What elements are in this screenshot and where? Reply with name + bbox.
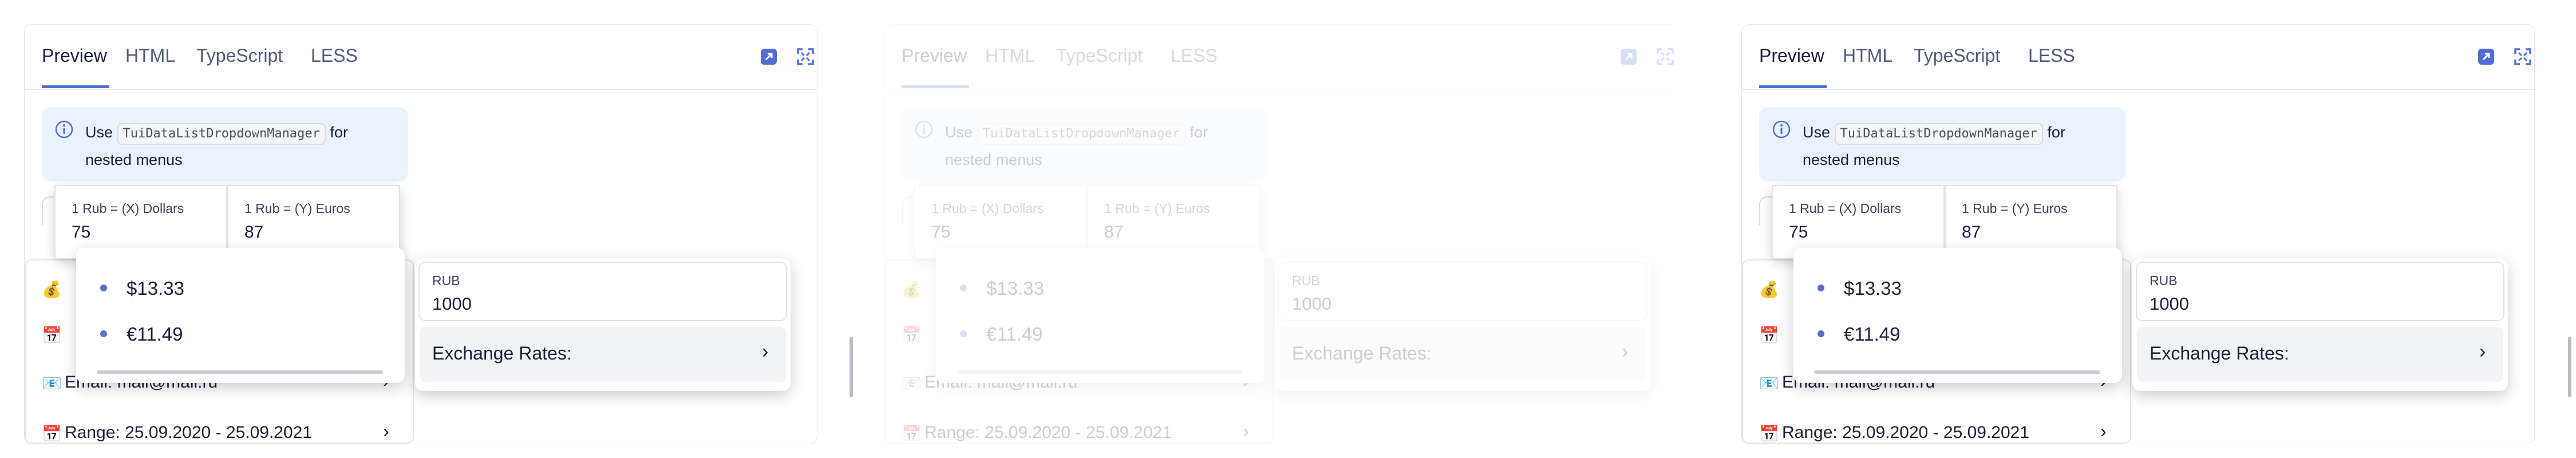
notice-text: Use TuiDataListDropdownManager for neste… bbox=[1803, 123, 2065, 168]
demo-panel: Preview HTML TypeScript LESS Use TuiData… bbox=[1741, 24, 2535, 444]
vertical-scrollbar[interactable] bbox=[2568, 337, 2571, 397]
code-snippet: TuiDataListDropdownManager bbox=[1834, 123, 2043, 145]
tab-preview[interactable]: Preview bbox=[902, 45, 967, 66]
tab-typescript[interactable]: TypeScript bbox=[1914, 45, 2000, 66]
email-icon: 📧 bbox=[1759, 374, 1779, 392]
notice-text: Use TuiDataListDropdownManager for neste… bbox=[945, 123, 1208, 168]
code-snippet: TuiDataListDropdownManager bbox=[117, 123, 326, 145]
calendar-icon: 📅 bbox=[1759, 326, 1779, 344]
tab-bar: Preview HTML TypeScript LESS bbox=[884, 25, 1677, 90]
exchange-submenu: RUB 1000 Exchange Rates: › bbox=[1275, 258, 1650, 391]
tab-less[interactable]: LESS bbox=[1171, 45, 1218, 66]
currency-option-dollar[interactable]: $13.33 bbox=[960, 278, 1044, 299]
fullscreen-icon[interactable] bbox=[1656, 48, 1674, 66]
bullet-icon bbox=[100, 285, 107, 291]
currency-option-euro[interactable]: €11.49 bbox=[960, 323, 1042, 345]
chevron-right-icon: › bbox=[1622, 341, 1629, 362]
info-notice: Use TuiDataListDropdownManager for neste… bbox=[42, 107, 408, 181]
horizontal-scrollbar[interactable] bbox=[957, 370, 1243, 374]
exchange-rates-item[interactable]: Exchange Rates: › bbox=[1279, 327, 1646, 382]
active-tab-indicator bbox=[902, 85, 969, 88]
open-in-new-icon[interactable] bbox=[760, 48, 778, 66]
tab-html[interactable]: HTML bbox=[985, 45, 1035, 66]
exchange-submenu: RUB 1000 Exchange Rates: › bbox=[2132, 258, 2508, 391]
bullet-icon bbox=[1818, 330, 1824, 337]
horizontal-scrollbar[interactable] bbox=[1814, 370, 2100, 374]
email-icon: 📧 bbox=[902, 374, 922, 392]
bullet-icon bbox=[960, 330, 967, 337]
demo-panel: Preview HTML TypeScript LESS Use TuiData… bbox=[24, 24, 817, 444]
fullscreen-icon[interactable] bbox=[796, 48, 815, 66]
currency-dropdown: $13.33 €11.49 bbox=[1793, 248, 2122, 383]
email-icon: 📧 bbox=[42, 374, 62, 392]
rub-amount-field[interactable]: RUB 1000 bbox=[418, 262, 787, 321]
exchange-rates-item[interactable]: Exchange Rates: › bbox=[2137, 327, 2503, 382]
exchange-rates-item[interactable]: Exchange Rates: › bbox=[420, 327, 786, 382]
calendar-icon: 📅 bbox=[42, 425, 62, 443]
info-icon bbox=[1772, 120, 1791, 139]
open-in-new-icon[interactable] bbox=[1619, 48, 1638, 66]
bullet-icon bbox=[1818, 285, 1824, 291]
money-bag-icon: 💰 bbox=[902, 281, 922, 298]
tab-typescript[interactable]: TypeScript bbox=[196, 45, 283, 66]
currency-option-dollar[interactable]: $13.33 bbox=[100, 278, 184, 299]
tab-html[interactable]: HTML bbox=[1843, 45, 1893, 66]
bullet-icon bbox=[960, 285, 967, 291]
info-icon bbox=[55, 120, 73, 139]
calendar-icon: 📅 bbox=[1759, 425, 1779, 443]
calendar-icon: 📅 bbox=[902, 326, 922, 344]
currency-option-euro[interactable]: €11.49 bbox=[1818, 323, 1900, 345]
tab-html[interactable]: HTML bbox=[125, 45, 175, 66]
notice-text: Use TuiDataListDropdownManager for neste… bbox=[85, 123, 348, 168]
info-icon bbox=[915, 120, 933, 139]
chevron-right-icon: › bbox=[2100, 421, 2107, 441]
demo-panel-faded: Preview HTML TypeScript LESS Use TuiData… bbox=[884, 24, 1677, 444]
chevron-right-icon: › bbox=[762, 341, 769, 362]
calendar-icon: 📅 bbox=[902, 425, 922, 443]
tab-bar: Preview HTML TypeScript LESS bbox=[1742, 25, 2534, 90]
rub-amount-field[interactable]: RUB 1000 bbox=[2136, 262, 2504, 321]
chevron-right-icon: › bbox=[1243, 421, 1249, 441]
code-snippet: TuiDataListDropdownManager bbox=[977, 123, 1186, 145]
open-in-new-icon[interactable] bbox=[2477, 48, 2495, 66]
info-notice: Use TuiDataListDropdownManager for neste… bbox=[902, 107, 1268, 181]
bullet-icon bbox=[100, 330, 107, 337]
tab-bar: Preview HTML TypeScript LESS bbox=[25, 25, 817, 90]
money-bag-icon: 💰 bbox=[1759, 281, 1779, 298]
tab-preview[interactable]: Preview bbox=[1759, 45, 1824, 66]
active-tab-indicator bbox=[1759, 85, 1827, 88]
active-tab-indicator bbox=[42, 85, 109, 88]
chevron-right-icon: › bbox=[2479, 341, 2486, 362]
currency-option-dollar[interactable]: $13.33 bbox=[1818, 278, 1902, 299]
vertical-scrollbar[interactable] bbox=[850, 337, 853, 397]
exchange-submenu: RUB 1000 Exchange Rates: › bbox=[415, 258, 791, 391]
tab-less[interactable]: LESS bbox=[311, 45, 358, 66]
chevron-right-icon: › bbox=[383, 421, 389, 441]
tab-typescript[interactable]: TypeScript bbox=[1056, 45, 1143, 66]
money-bag-icon: 💰 bbox=[42, 281, 62, 298]
tab-preview[interactable]: Preview bbox=[42, 45, 107, 66]
list-item-range[interactable]: Range: 25.09.2020 - 25.09.2021 bbox=[924, 423, 1172, 443]
calendar-icon: 📅 bbox=[42, 326, 62, 344]
fullscreen-icon[interactable] bbox=[2514, 48, 2532, 66]
list-item-range[interactable]: Range: 25.09.2020 - 25.09.2021 bbox=[1782, 423, 2029, 443]
rub-amount-field[interactable]: RUB 1000 bbox=[1278, 262, 1647, 321]
list-item-range[interactable]: Range: 25.09.2020 - 25.09.2021 bbox=[65, 423, 312, 443]
currency-option-euro[interactable]: €11.49 bbox=[100, 323, 183, 345]
tab-less[interactable]: LESS bbox=[2028, 45, 2075, 66]
info-notice: Use TuiDataListDropdownManager for neste… bbox=[1759, 107, 2125, 181]
currency-dropdown: $13.33 €11.49 bbox=[936, 248, 1265, 383]
horizontal-scrollbar[interactable] bbox=[97, 370, 383, 374]
currency-dropdown: $13.33 €11.49 bbox=[76, 248, 405, 383]
